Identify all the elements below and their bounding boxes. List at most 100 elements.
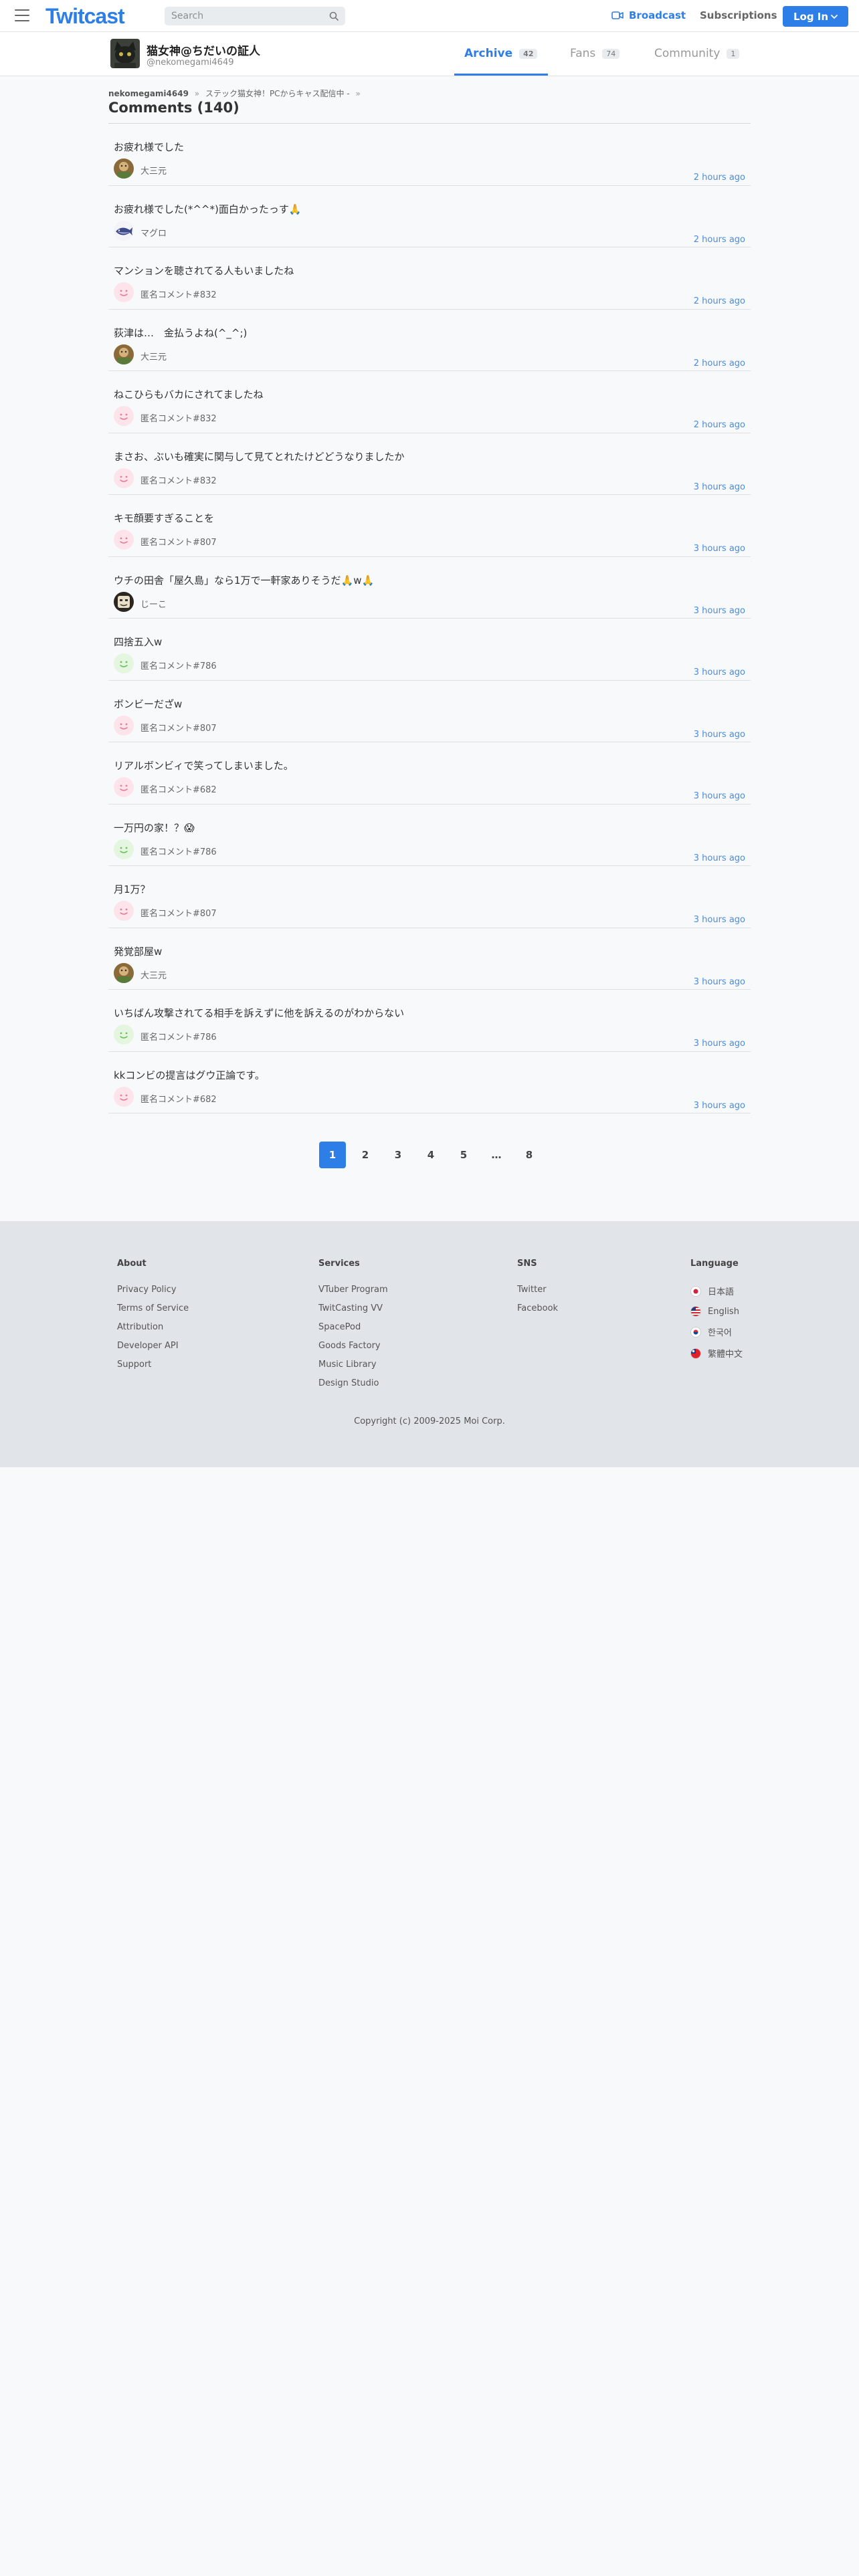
- footer-link[interactable]: Privacy Policy: [117, 1285, 189, 1295]
- comment-user[interactable]: 匿名コメント#682: [140, 782, 217, 795]
- user-avatar[interactable]: [114, 406, 134, 426]
- profile-name[interactable]: 猫女神@ちだいの証人: [147, 41, 260, 58]
- footer-link[interactable]: Twitter: [517, 1285, 558, 1295]
- comment-time[interactable]: 3 hours ago: [694, 915, 745, 925]
- menu-icon[interactable]: [15, 9, 29, 21]
- footer-link[interactable]: Music Library: [318, 1360, 388, 1370]
- footer-services: Services VTuber Program TwitCasting VV S…: [318, 1259, 388, 1397]
- comment-time[interactable]: 3 hours ago: [694, 544, 745, 554]
- user-avatar[interactable]: [114, 901, 134, 921]
- tab-fans[interactable]: Fans 74: [570, 47, 620, 60]
- language-japanese[interactable]: 日本語: [690, 1285, 743, 1297]
- comment-time[interactable]: 3 hours ago: [694, 1101, 745, 1111]
- footer-link[interactable]: TwitCasting VV: [318, 1303, 388, 1313]
- tab-community[interactable]: Community 1: [654, 47, 740, 60]
- comment-user[interactable]: 匿名コメント#786: [140, 845, 217, 857]
- footer-link[interactable]: VTuber Program: [318, 1285, 388, 1295]
- search-input[interactable]: [165, 7, 318, 25]
- user-avatar[interactable]: [114, 715, 134, 736]
- user-avatar[interactable]: [114, 282, 134, 302]
- user-avatar[interactable]: [114, 653, 134, 673]
- profile-avatar[interactable]: [110, 39, 140, 68]
- comment-time[interactable]: 2 hours ago: [694, 296, 745, 306]
- comment-time[interactable]: 3 hours ago: [694, 1039, 745, 1049]
- comment-text: キモ顔要すぎることを: [114, 512, 215, 524]
- footer-link[interactable]: Design Studio: [318, 1378, 388, 1388]
- user-avatar[interactable]: [114, 220, 134, 241]
- comment-user[interactable]: 匿名コメント#832: [140, 411, 217, 424]
- comment-time[interactable]: 2 hours ago: [694, 173, 745, 183]
- user-avatar[interactable]: [114, 467, 134, 488]
- footer-link[interactable]: Facebook: [517, 1303, 558, 1313]
- footer-link[interactable]: SpacePod: [318, 1322, 388, 1332]
- user-avatar[interactable]: [114, 1086, 134, 1107]
- breadcrumb-title[interactable]: ステック猫女神！PCからキャス配信中 -: [205, 89, 350, 98]
- comment-time[interactable]: 3 hours ago: [694, 482, 745, 492]
- comment-user[interactable]: 匿名コメント#807: [140, 721, 217, 734]
- tab-fans-label: Fans: [570, 47, 596, 60]
- comment-user[interactable]: 匿名コメント#786: [140, 659, 217, 671]
- comment-user[interactable]: 匿名コメント#807: [140, 535, 217, 548]
- user-avatar[interactable]: [114, 530, 134, 550]
- profile-bar: 猫女神@ちだいの証人 @nekomegami4649 Archive 42 Fa…: [0, 32, 859, 76]
- twitcast-logo[interactable]: Twitcast: [45, 4, 125, 29]
- language-english[interactable]: English: [690, 1306, 743, 1317]
- footer-link[interactable]: Goods Factory: [318, 1341, 388, 1351]
- tab-archive[interactable]: Archive 42: [464, 47, 538, 60]
- comment-item: まさお、ぶいも確実に関与して見てとれたけどどうなりましたか 匿名コメント#832 3…: [108, 433, 751, 495]
- comment-user[interactable]: 大三元: [140, 968, 167, 981]
- page-2-button[interactable]: 2: [352, 1142, 379, 1168]
- comment-item: 月1万？ 匿名コメント#807 3 hours ago: [108, 866, 751, 928]
- comment-time[interactable]: 3 hours ago: [694, 977, 745, 987]
- comment-time[interactable]: 3 hours ago: [694, 853, 745, 863]
- user-avatar[interactable]: [114, 344, 134, 364]
- page-5-button[interactable]: 5: [450, 1142, 477, 1168]
- user-avatar[interactable]: [114, 839, 134, 859]
- language-korean[interactable]: 한국어: [690, 1325, 743, 1338]
- user-avatar[interactable]: [114, 962, 134, 983]
- comment-user[interactable]: 匿名コメント#807: [140, 906, 217, 919]
- footer-link[interactable]: Support: [117, 1360, 189, 1370]
- tab-community-count: 1: [727, 48, 740, 59]
- comment-item: 発覚部屋w 大三元 3 hours ago: [108, 928, 751, 990]
- comment-time[interactable]: 2 hours ago: [694, 235, 745, 245]
- footer-link[interactable]: Terms of Service: [117, 1303, 189, 1313]
- page-8-button[interactable]: 8: [516, 1142, 543, 1168]
- page-1-button[interactable]: 1: [319, 1142, 346, 1168]
- comment-user[interactable]: 大三元: [140, 164, 167, 177]
- breadcrumb-user[interactable]: nekomegami4649: [108, 89, 189, 98]
- comment-user[interactable]: じーこ: [140, 597, 167, 610]
- user-avatar[interactable]: [114, 591, 134, 612]
- comment-user[interactable]: 匿名コメント#832: [140, 288, 217, 300]
- comment-time[interactable]: 2 hours ago: [694, 420, 745, 430]
- user-avatar[interactable]: [114, 158, 134, 179]
- comment-user[interactable]: 大三元: [140, 350, 167, 362]
- comment-user[interactable]: 匿名コメント#832: [140, 473, 217, 486]
- language-traditional-chinese[interactable]: 繁體中文: [690, 1347, 743, 1360]
- login-button[interactable]: Log In: [783, 6, 848, 27]
- comment-time[interactable]: 2 hours ago: [694, 358, 745, 368]
- comment-user[interactable]: 匿名コメント#786: [140, 1030, 217, 1043]
- comment-time[interactable]: 3 hours ago: [694, 606, 745, 616]
- taiwan-flag-icon: [690, 1348, 701, 1359]
- subscriptions-link[interactable]: Subscriptions: [700, 9, 777, 21]
- page-4-button[interactable]: 4: [417, 1142, 444, 1168]
- comment-item: リアルボンビィで笑ってしまいました。 匿名コメント#682 3 hours ago: [108, 742, 751, 804]
- footer-link[interactable]: Developer API: [117, 1341, 189, 1351]
- user-avatar[interactable]: [114, 777, 134, 797]
- breadcrumb-separator: »: [194, 89, 200, 98]
- breadcrumb: nekomegami4649 » ステック猫女神！PCからキャス配信中 - »: [108, 88, 364, 99]
- user-avatar[interactable]: [114, 1025, 134, 1045]
- search-icon[interactable]: [329, 11, 339, 21]
- comment-user[interactable]: 匿名コメント#682: [140, 1092, 217, 1105]
- broadcast-link[interactable]: Broadcast: [611, 9, 686, 21]
- comment-time[interactable]: 3 hours ago: [694, 667, 745, 677]
- profile-handle: @nekomegami4649: [147, 58, 234, 68]
- comment-item: ボンビーだざw 匿名コメント#807 3 hours ago: [108, 681, 751, 742]
- footer-sns: SNS Twitter Facebook: [517, 1259, 558, 1322]
- comment-time[interactable]: 3 hours ago: [694, 730, 745, 740]
- page-3-button[interactable]: 3: [385, 1142, 411, 1168]
- footer-link[interactable]: Attribution: [117, 1322, 189, 1332]
- comment-user[interactable]: マグロ: [140, 226, 167, 239]
- comment-time[interactable]: 3 hours ago: [694, 791, 745, 801]
